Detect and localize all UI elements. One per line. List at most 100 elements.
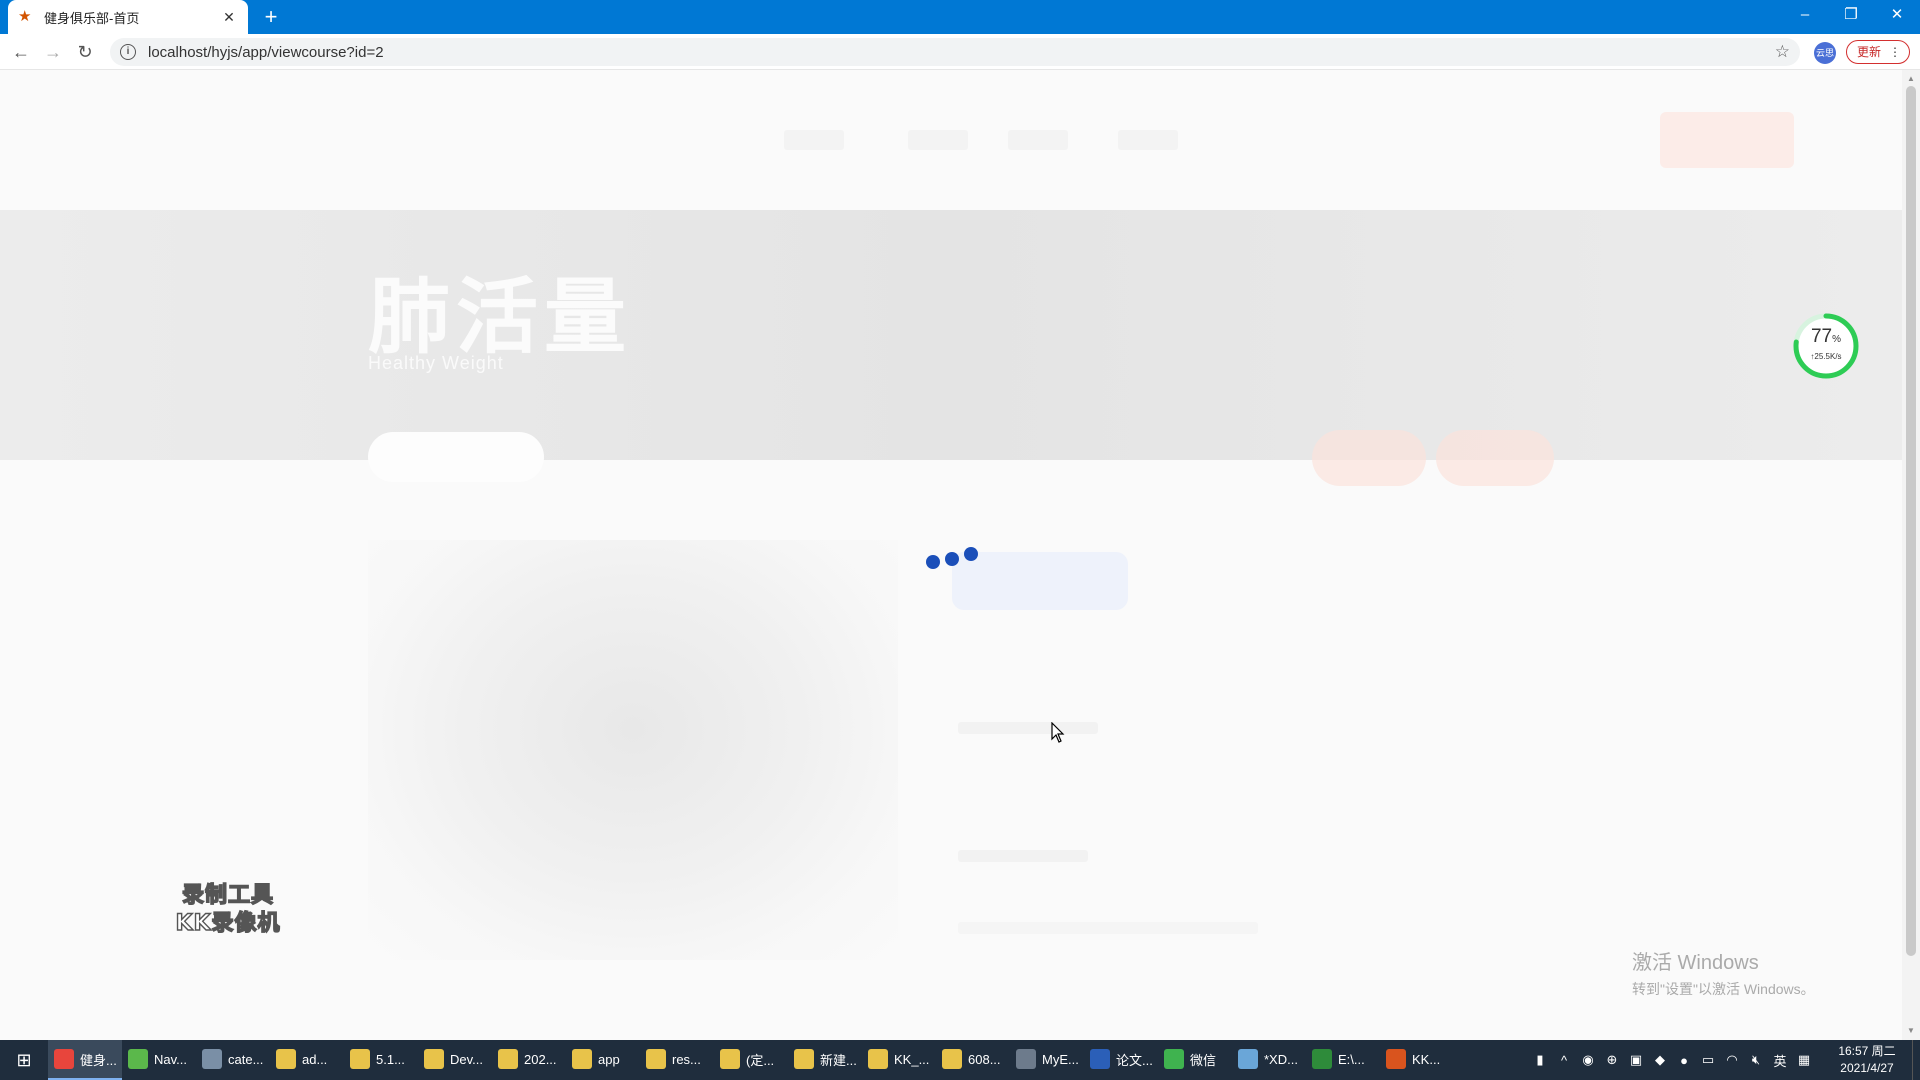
windows-start-icon[interactable]: ⊞: [0, 1040, 48, 1080]
wifi-icon[interactable]: ◠: [1720, 1052, 1744, 1068]
taskbar-item[interactable]: 论文...: [1084, 1040, 1158, 1080]
hero-banner: [0, 210, 1902, 460]
taskbar-item[interactable]: res...: [640, 1040, 714, 1080]
course-text-line: [958, 850, 1088, 862]
tab-close-icon[interactable]: ✕: [220, 9, 238, 26]
activation-hint: 转到"设置"以激活 Windows。: [1632, 981, 1815, 997]
taskbar-item[interactable]: 202...: [492, 1040, 566, 1080]
taskbar-item[interactable]: KK...: [1380, 1040, 1454, 1080]
speed-percent: 77: [1810, 326, 1833, 347]
menu-dots-icon[interactable]: ⋮: [1889, 41, 1901, 63]
kk-recorder-icon: [1386, 1049, 1406, 1069]
word-icon: [1090, 1049, 1110, 1069]
scroll-down-arrow-icon[interactable]: ▼: [1902, 1024, 1920, 1038]
activation-title: 激活 Windows: [1632, 952, 1759, 974]
taskbar-apps: 健身... Nav... cate... ad... 5.1... Dev... 202..…: [48, 1040, 1454, 1080]
watermark-line2: KK录像机: [175, 910, 281, 936]
page-scrollbar[interactable]: ▲ ▼: [1902, 70, 1920, 1040]
show-desktop-button[interactable]: [1912, 1040, 1920, 1080]
taskbar-item[interactable]: app: [566, 1040, 640, 1080]
taskbar-item[interactable]: E:\...: [1306, 1040, 1380, 1080]
tray-app-icon[interactable]: ▣: [1624, 1052, 1648, 1068]
wechat-tray-icon[interactable]: ●: [1672, 1053, 1696, 1068]
bookmark-star-icon[interactable]: ☆: [1775, 42, 1790, 62]
course-photo: [368, 540, 898, 960]
extension-profile-icon[interactable]: 云思: [1814, 42, 1836, 64]
tray-chevron-up-icon[interactable]: ^: [1552, 1053, 1576, 1068]
folder-icon: [794, 1049, 814, 1069]
taskbar-item[interactable]: MyE...: [1010, 1040, 1084, 1080]
new-tab-button[interactable]: +: [258, 4, 284, 30]
speaker-muted-icon[interactable]: 🔇︎: [1744, 1052, 1768, 1068]
taskbar-item[interactable]: Dev...: [418, 1040, 492, 1080]
address-url[interactable]: localhost/hyjs/app/viewcourse?id=2: [148, 44, 1775, 61]
taskbar-item-label: E:\...: [1338, 1051, 1365, 1067]
back-arrow-icon[interactable]: ←: [8, 39, 34, 65]
site-info-icon[interactable]: i: [120, 44, 136, 60]
ime-indicator[interactable]: 英: [1768, 1051, 1792, 1070]
minimize-button[interactable]: –: [1782, 0, 1828, 30]
screen: ★ 健身俱乐部-首页 ✕ + – ❐ ✕ ← → ↻ i localhost/h…: [0, 0, 1920, 1080]
folder-icon: [720, 1049, 740, 1069]
system-tray: ▮ ^ ◉ ⊕ ▣ ◆ ● ▭ ◠ 🔇︎ 英 ▦ 16:57 周二 2021/4…: [1528, 1040, 1920, 1080]
address-bar[interactable]: i localhost/hyjs/app/viewcourse?id=2 ☆: [110, 38, 1800, 66]
taskbar-item-label: MyE...: [1042, 1051, 1079, 1067]
taskbar-item[interactable]: KK_...: [862, 1040, 936, 1080]
hero-title: 肺活量: [368, 270, 633, 365]
browser-update-button[interactable]: 更新 ⋮: [1846, 40, 1910, 64]
taskbar-item[interactable]: 微信: [1158, 1040, 1232, 1080]
close-window-button[interactable]: ✕: [1874, 0, 1920, 30]
tray-app-icon[interactable]: ⊕: [1600, 1052, 1624, 1068]
taskbar-item[interactable]: 健身...: [48, 1040, 122, 1080]
keyboard-icon[interactable]: ▦: [1792, 1052, 1816, 1068]
taskbar-item-label: 健身...: [80, 1052, 117, 1068]
hero-action-button[interactable]: [1312, 430, 1426, 486]
windows-taskbar: ⊞ 健身... Nav... cate... ad... 5.1... Dev... 202…: [0, 1040, 1920, 1080]
tray-app-icon[interactable]: ◉: [1576, 1052, 1600, 1068]
scrollbar-thumb[interactable]: [1906, 86, 1916, 956]
speed-percent-unit: %: [1832, 334, 1842, 345]
header-cta-button[interactable]: [1660, 112, 1794, 168]
folder-icon: [350, 1049, 370, 1069]
chrome-icon: [54, 1049, 74, 1069]
taskbar-item[interactable]: 5.1...: [344, 1040, 418, 1080]
taskbar-item[interactable]: Nav...: [122, 1040, 196, 1080]
network-speed-widget[interactable]: 77% ↑25.5K/s: [1792, 312, 1860, 380]
taskbar-item-label: 微信: [1190, 1052, 1217, 1068]
taskbar-item[interactable]: 新建...: [788, 1040, 862, 1080]
taskbar-item-label: 202...: [524, 1051, 557, 1067]
forward-arrow-icon[interactable]: →: [40, 39, 66, 65]
taskbar-item-label: Nav...: [154, 1051, 187, 1067]
browser-tab[interactable]: ★ 健身俱乐部-首页 ✕: [8, 0, 248, 34]
taskbar-item[interactable]: (定...: [714, 1040, 788, 1080]
myeclipse-icon: [1016, 1049, 1036, 1069]
tray-app-icon[interactable]: ▭: [1696, 1052, 1720, 1068]
course-action-button[interactable]: [952, 552, 1128, 610]
taskbar-item[interactable]: ad...: [270, 1040, 344, 1080]
taskbar-item[interactable]: 608...: [936, 1040, 1010, 1080]
recorder-watermark: 录制工具 KK录像机: [160, 882, 296, 938]
taskbar-item-label: 608...: [968, 1051, 1001, 1067]
folder-icon: [942, 1049, 962, 1069]
hero-action-button[interactable]: [1436, 430, 1554, 486]
scroll-up-arrow-icon[interactable]: ▲: [1902, 72, 1920, 86]
taskbar-item[interactable]: *XD...: [1232, 1040, 1306, 1080]
taskbar-item-label: 论文...: [1116, 1052, 1153, 1068]
tray-app-icon[interactable]: ◆: [1648, 1052, 1672, 1068]
taskbar-item-label: cate...: [228, 1051, 264, 1067]
taskbar-item-label: 新建...: [820, 1052, 857, 1068]
hero-button[interactable]: [368, 432, 544, 482]
taskbar-item-label: KK_...: [894, 1051, 930, 1067]
taskbar-item-label: 5.1...: [376, 1051, 405, 1067]
nav-item-placeholder: [1008, 130, 1068, 150]
taskbar-item-label: app: [598, 1051, 620, 1067]
app-icon: [202, 1049, 222, 1069]
star-favicon-icon: ★: [18, 8, 32, 25]
course-text-line: [958, 922, 1258, 934]
reload-icon[interactable]: ↻: [72, 39, 98, 65]
restore-button[interactable]: ❐: [1828, 0, 1874, 30]
battery-icon[interactable]: ▮: [1528, 1052, 1552, 1068]
taskbar-item[interactable]: cate...: [196, 1040, 270, 1080]
system-clock[interactable]: 16:57 周二 2021/4/27: [1822, 1043, 1912, 1077]
spinner-dot: [945, 552, 959, 566]
